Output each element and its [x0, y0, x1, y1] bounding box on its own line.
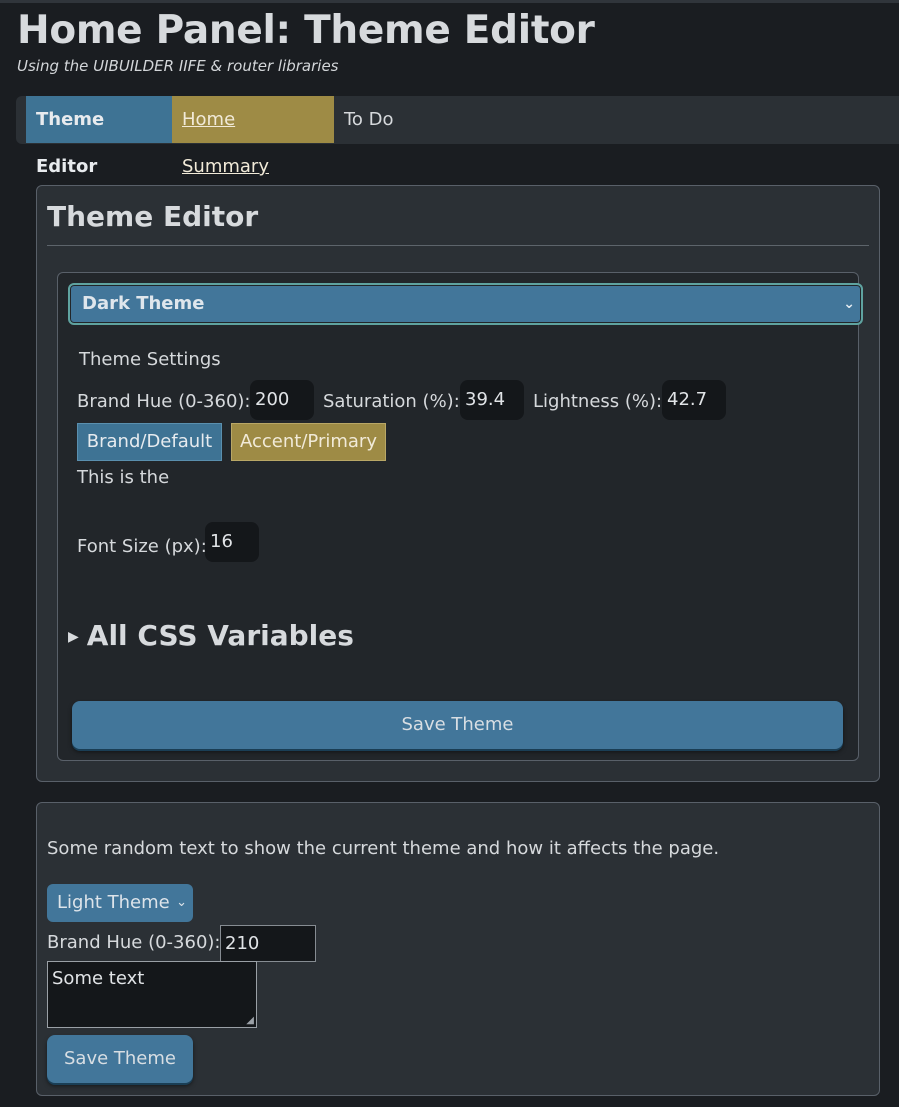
demo-text: Some random text to show the current the…: [47, 838, 720, 859]
nav-item-theme-editor[interactable]: Theme Editor: [26, 96, 172, 177]
theme-select[interactable]: Dark Theme ⌄: [68, 283, 863, 325]
theme-editor-card: Theme Editor Dark Theme ⌄ Theme Settings…: [36, 185, 880, 782]
router-nav: Theme Editor Home Summary To Do: [16, 96, 899, 177]
brand-default-swatch[interactable]: Brand/Default: [77, 423, 222, 461]
demo-hue-input[interactable]: 210: [220, 925, 316, 962]
saturation-input[interactable]: 39.4: [460, 380, 524, 420]
hue-input[interactable]: 200: [250, 380, 314, 420]
demo-textarea[interactable]: Some text ◢: [47, 961, 257, 1028]
css-variables-toggle[interactable]: ▶ All CSS Variables: [68, 619, 354, 652]
page-title: Home Panel: Theme Editor: [17, 8, 595, 53]
top-border: [0, 0, 899, 3]
demo-textarea-value: Some text: [52, 968, 145, 989]
accent-primary-swatch[interactable]: Accent/Primary: [231, 423, 386, 461]
font-size-label: Font Size (px):: [77, 536, 207, 557]
saturation-label: Saturation (%):: [323, 391, 460, 412]
nav-item-home-summary[interactable]: Home Summary: [172, 96, 334, 177]
save-theme-button[interactable]: Save Theme: [72, 701, 843, 749]
demo-theme-select-value: Light Theme: [57, 892, 170, 913]
hue-label: Brand Hue (0-360):: [77, 391, 251, 412]
demo-card: Some random text to show the current the…: [36, 802, 880, 1096]
nav-item-todo[interactable]: To Do: [334, 96, 414, 143]
chevron-down-icon: ⌄: [843, 296, 855, 312]
theme-note: This is the: [77, 467, 170, 488]
resize-handle-icon[interactable]: ◢: [246, 1015, 254, 1026]
card-title: Theme Editor: [47, 200, 259, 233]
chevron-down-icon: ⌄: [176, 895, 187, 910]
divider: [47, 245, 869, 246]
disclosure-triangle-icon: ▶: [68, 629, 79, 645]
lightness-input[interactable]: 42.7: [662, 380, 726, 420]
demo-theme-select[interactable]: Light Theme ⌄: [47, 884, 193, 922]
demo-save-theme-button[interactable]: Save Theme: [47, 1035, 193, 1083]
font-size-input[interactable]: 16: [205, 522, 259, 562]
css-variables-label: All CSS Variables: [86, 619, 354, 652]
page-subtitle: Using the UIBUILDER IIFE & router librar…: [17, 57, 339, 75]
theme-settings-panel: Dark Theme ⌄ Theme Settings Brand Hue (0…: [57, 272, 863, 761]
lightness-label: Lightness (%):: [533, 391, 663, 412]
settings-legend: Theme Settings: [79, 349, 221, 370]
theme-select-value: Dark Theme: [82, 293, 205, 314]
demo-hue-label: Brand Hue (0-360):: [47, 932, 221, 953]
